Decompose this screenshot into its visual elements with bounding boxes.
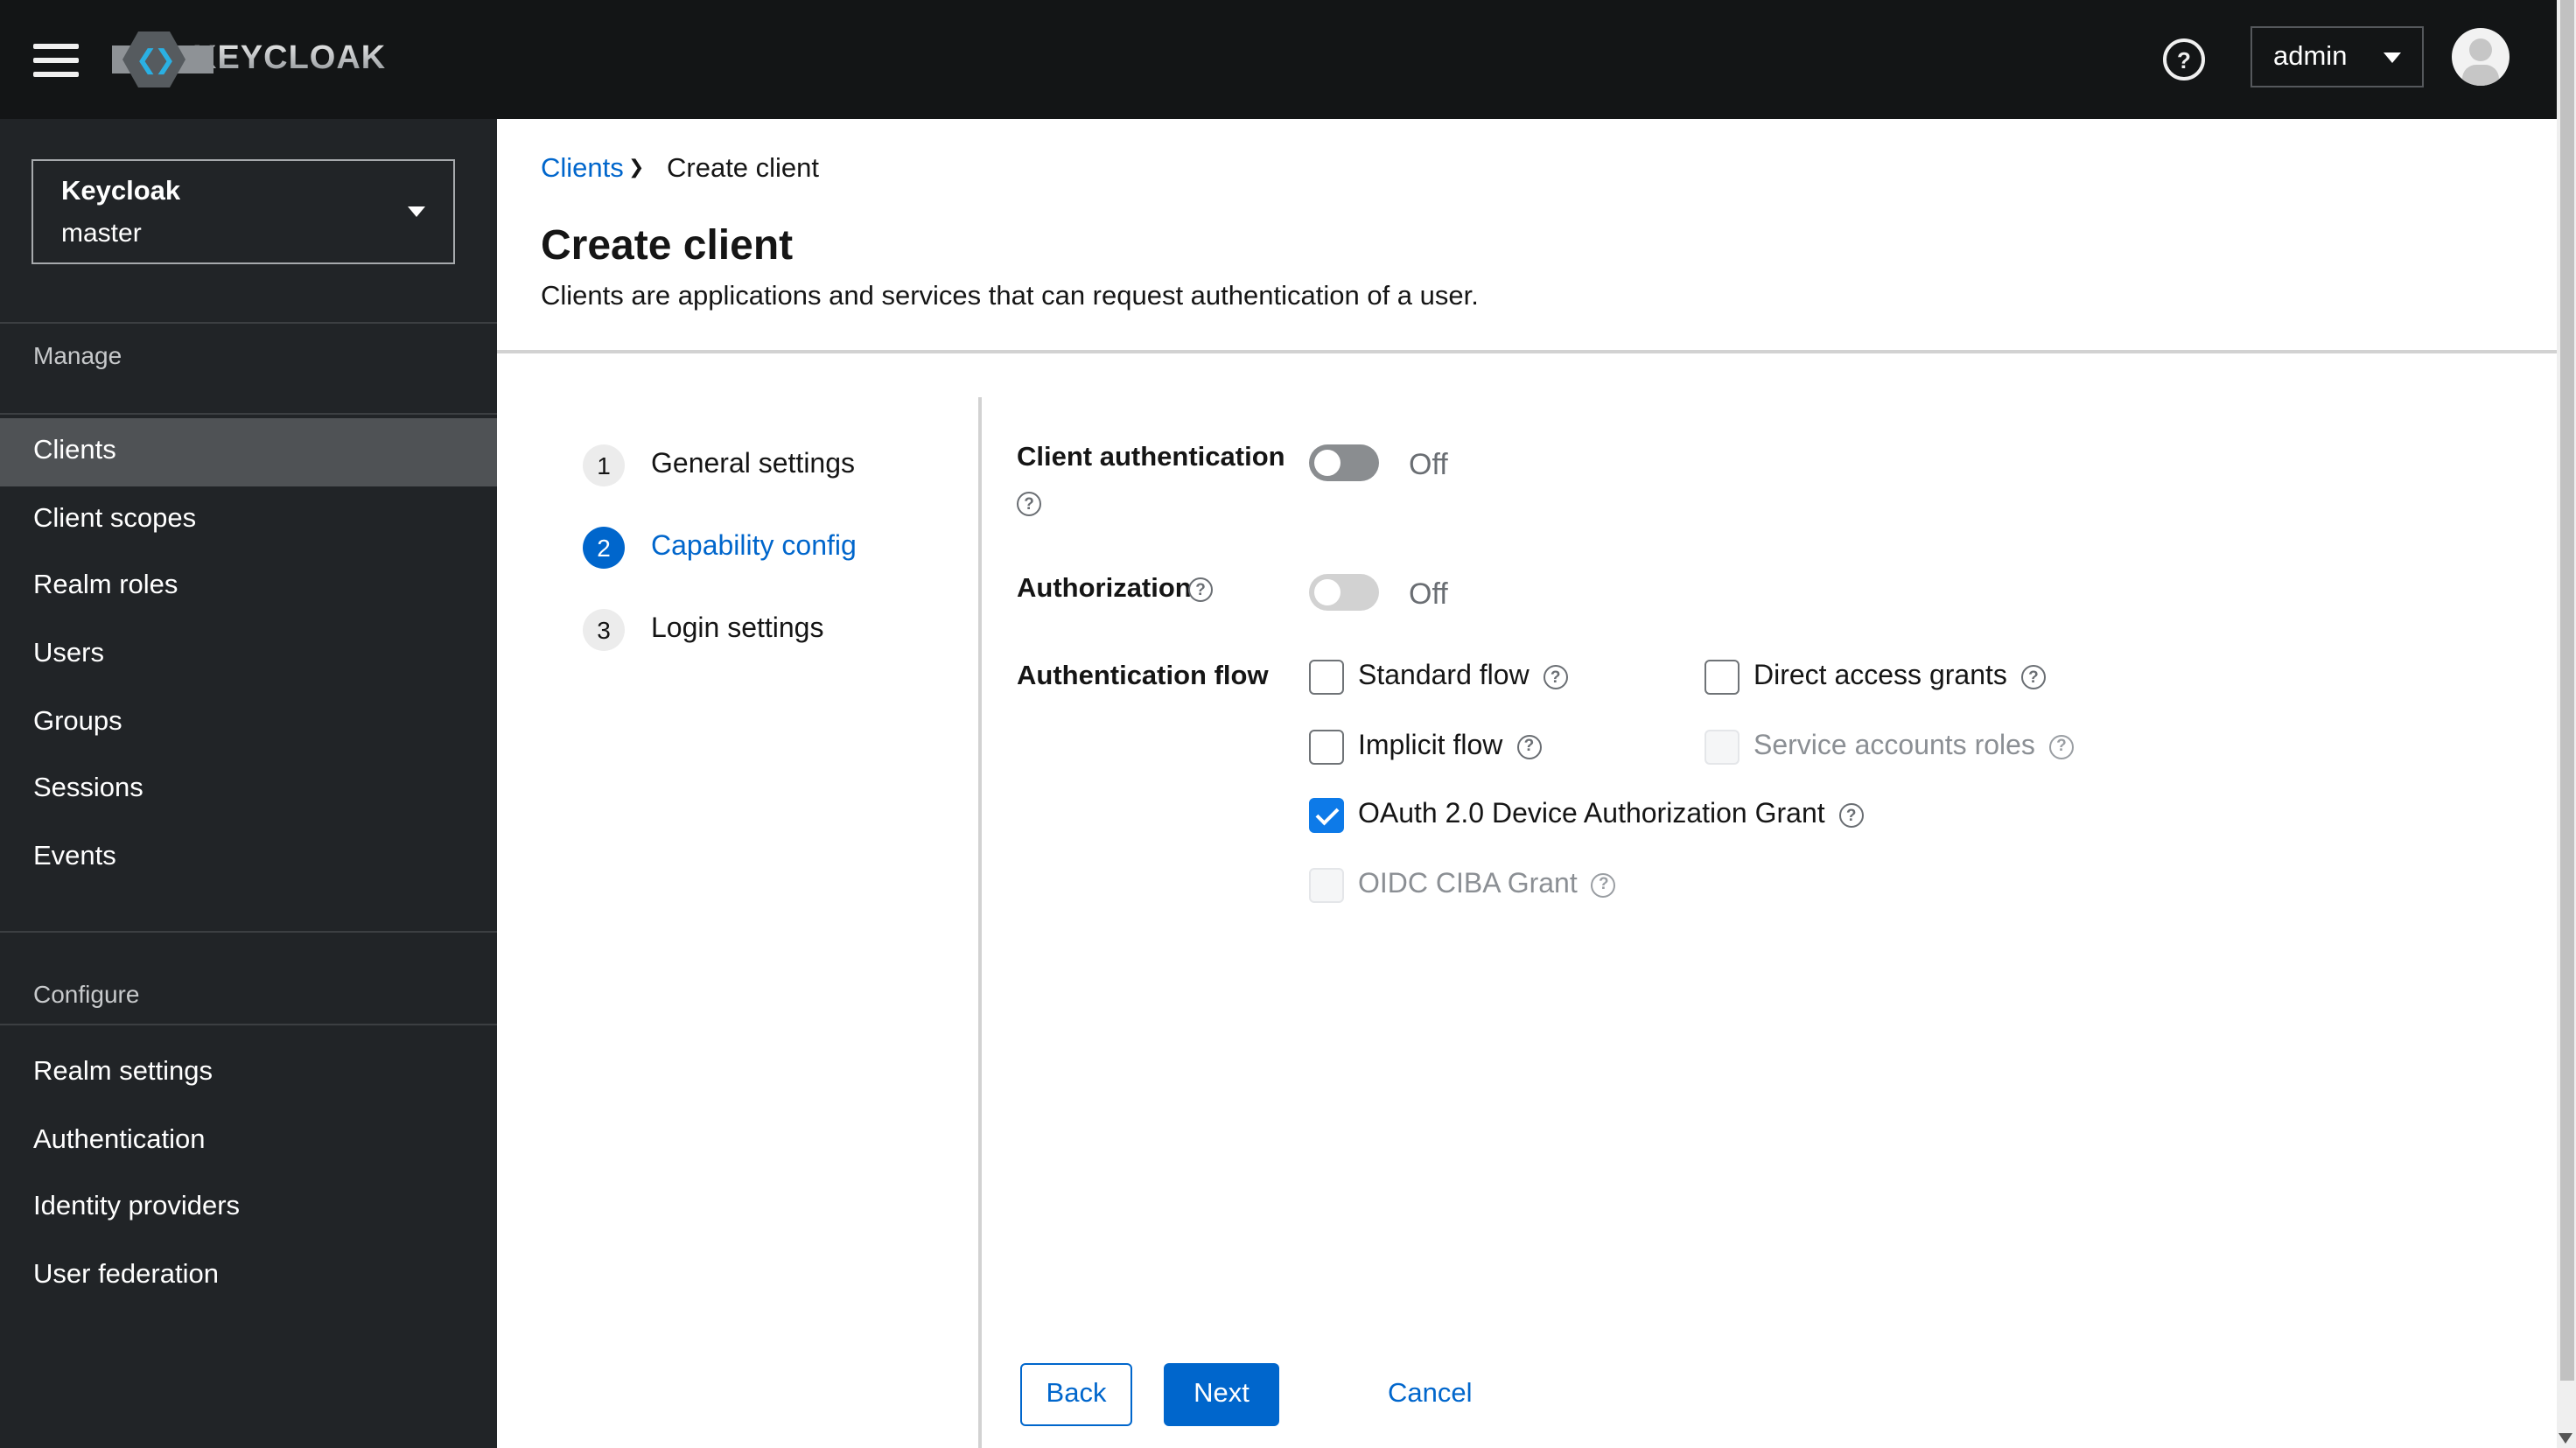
service-accounts-roles-checkbox [1704,729,1740,764]
header-divider [497,350,2557,353]
avatar[interactable] [2452,28,2510,86]
sidebar-item-realm-settings[interactable]: Realm settings [0,1039,497,1107]
oauth-device-grant-checkbox[interactable] [1309,798,1344,833]
brand-name: KEYCLOAK [192,40,387,77]
wizard-step-capability-config[interactable]: 2 Capability config [583,527,857,569]
sidebar: Keycloak master Manage Clients Client sc… [0,119,497,1448]
realm-switcher-realm: master [61,219,142,248]
page-title: Create client [541,222,794,269]
direct-access-grants-checkbox[interactable] [1704,660,1740,695]
client-authentication-value: Off [1409,448,1448,481]
sidebar-item-realm-roles[interactable]: Realm roles [0,553,497,620]
breadcrumb-chevron-icon: ❯ [628,157,645,178]
checkbox-label: OAuth 2.0 Device Authorization Grant [1358,800,1825,829]
step-label: General settings [651,450,856,479]
checkbox-row-standard-flow[interactable]: Standard flow [1309,660,1568,695]
sidebar-item-authentication[interactable]: Authentication [0,1107,497,1174]
implicit-flow-checkbox[interactable] [1309,729,1344,764]
configure-nav: Realm settings Authentication Identity p… [0,1039,497,1310]
divider [0,1024,497,1025]
user-menu-dropdown[interactable]: admin [2250,26,2424,87]
avatar-head [2469,38,2492,61]
manage-nav: Clients Client scopes Realm roles Users … [0,418,497,891]
next-button[interactable]: Next [1164,1363,1279,1426]
oidc-ciba-grant-help-icon[interactable] [1591,872,1616,897]
step-number: 1 [583,444,625,486]
standard-flow-checkbox[interactable] [1309,660,1344,695]
toggle-knob [1314,579,1340,605]
implicit-flow-help-icon[interactable] [1516,734,1542,759]
logo-hexagon-icon: ❮❯ [122,31,186,87]
sidebar-item-client-scopes[interactable]: Client scopes [0,486,497,553]
authorization-label: Authorization [1017,574,1192,604]
step-label: Capability config [651,532,857,562]
back-button[interactable]: Back [1020,1363,1132,1426]
authorization-help-icon[interactable] [1188,577,1213,602]
help-icon[interactable] [2163,38,2205,80]
service-accounts-roles-help-icon[interactable] [2048,734,2074,759]
cancel-button[interactable]: Cancel [1388,1363,1493,1426]
caret-down-icon [2384,52,2401,62]
sidebar-item-clients[interactable]: Clients [0,418,497,486]
sidebar-section-manage: Manage [33,341,122,369]
checkbox-label: Implicit flow [1358,731,1503,760]
page-subtitle: Clients are applications and services th… [541,282,1479,311]
hamburger-menu-icon[interactable] [33,44,79,77]
checkbox-label: Service accounts roles [1754,731,2035,760]
user-menu-label: admin [2273,41,2348,71]
checkbox-row-oidc-ciba-grant: OIDC CIBA Grant [1309,867,1616,902]
oauth-device-grant-help-icon[interactable] [1838,803,1864,828]
client-authentication-help-icon[interactable] [1017,492,1041,516]
authorization-value: Off [1409,577,1448,611]
checkbox-label: Direct access grants [1754,661,2007,691]
divider [0,321,497,323]
top-bar: ❮❯ KEYCLOAK admin [0,0,2557,119]
step-label: Login settings [651,614,824,644]
checkbox-row-direct-access-grants[interactable]: Direct access grants [1704,660,2046,695]
wizard-step-login-settings[interactable]: 3 Login settings [583,609,823,651]
sidebar-item-users[interactable]: Users [0,621,497,689]
toggle-knob [1314,450,1340,476]
authentication-flow-label: Authentication flow [1017,661,1269,691]
breadcrumb-clients-link[interactable]: Clients [541,154,624,185]
divider [0,930,497,932]
scrollbar-track[interactable] [2557,0,2576,1448]
sidebar-item-events[interactable]: Events [0,823,497,891]
sidebar-item-groups[interactable]: Groups [0,689,497,756]
checkbox-row-implicit-flow[interactable]: Implicit flow [1309,729,1542,764]
sidebar-section-configure: Configure [33,980,140,1008]
checkbox-label: OIDC CIBA Grant [1358,869,1578,899]
breadcrumb-current: Create client [667,154,820,184]
wizard-divider [978,397,981,1448]
avatar-body [2462,65,2499,86]
logo-chevrons-icon: ❮❯ [135,45,176,74]
client-authentication-toggle[interactable] [1309,444,1379,481]
divider [0,413,497,415]
realm-switcher[interactable]: Keycloak master [32,159,455,264]
wizard-step-general-settings[interactable]: 1 General settings [583,444,855,486]
sidebar-item-sessions[interactable]: Sessions [0,756,497,823]
oidc-ciba-grant-checkbox [1309,867,1344,902]
keycloak-logo[interactable]: ❮❯ KEYCLOAK [112,30,387,89]
scrollbar-thumb[interactable] [2559,0,2573,1381]
step-number: 3 [583,609,625,651]
step-number: 2 [583,527,625,569]
standard-flow-help-icon[interactable] [1543,665,1568,689]
authorization-toggle [1309,574,1379,611]
caret-down-icon [408,206,425,217]
checkbox-row-oauth-device-grant[interactable]: OAuth 2.0 Device Authorization Grant [1309,798,1864,833]
checkbox-row-service-accounts-roles: Service accounts roles [1704,729,2074,764]
client-authentication-label: Client authentication [1017,443,1285,472]
checkbox-label: Standard flow [1358,661,1530,691]
direct-access-grants-help-icon[interactable] [2020,665,2046,689]
realm-switcher-name: Keycloak [61,177,181,206]
scrollbar-down-arrow-icon[interactable] [2558,1433,2572,1444]
sidebar-item-user-federation[interactable]: User federation [0,1242,497,1310]
sidebar-item-identity-providers[interactable]: Identity providers [0,1174,497,1242]
